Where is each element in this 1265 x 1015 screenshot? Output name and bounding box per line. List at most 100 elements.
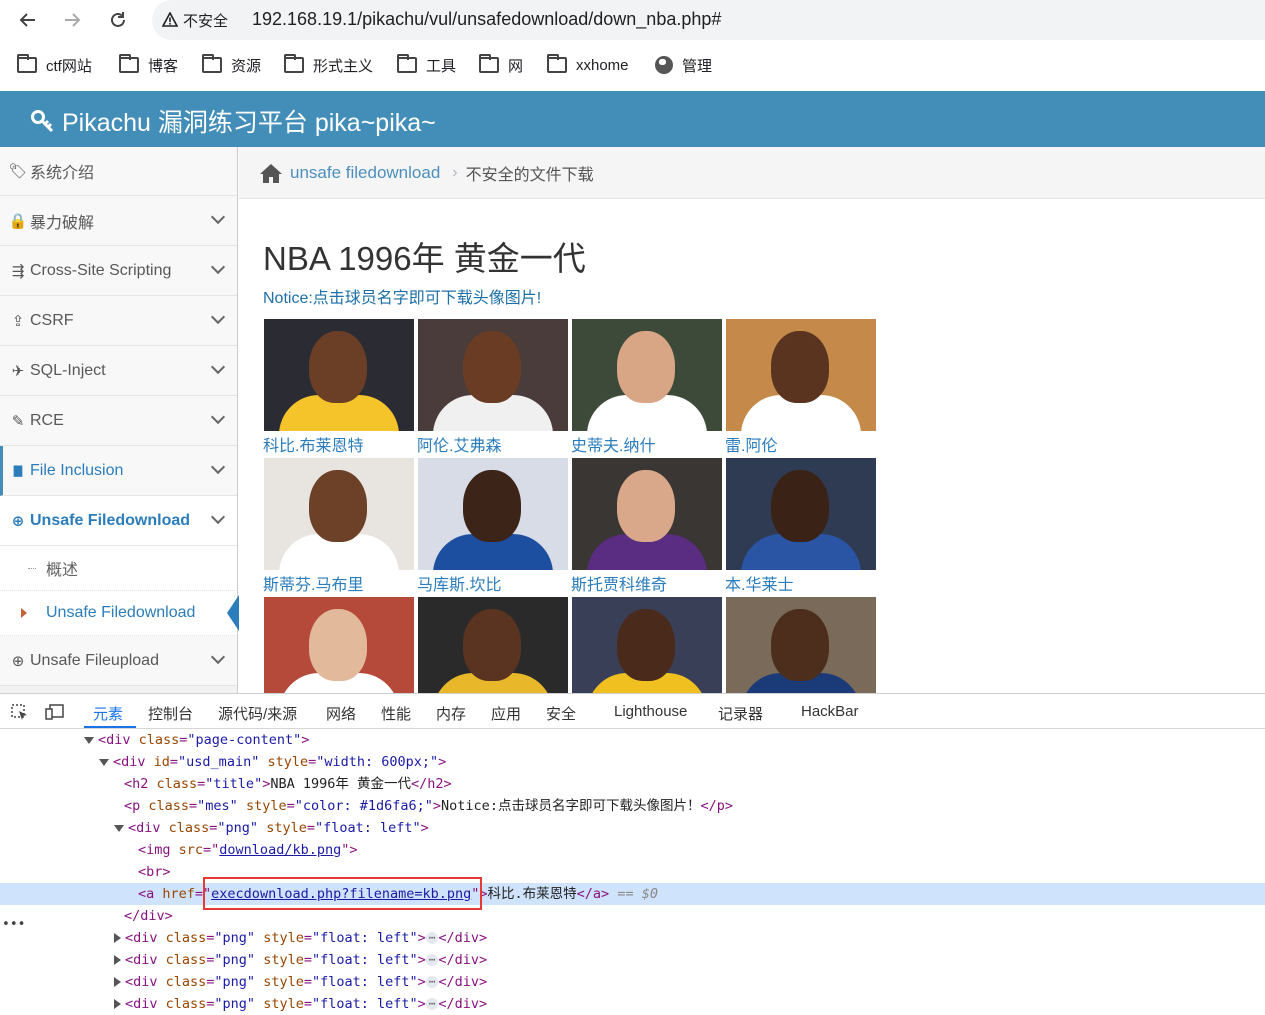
dom-node-h2[interactable]: <h2 class="title">NBA 1996年 黄金一代</h2> [0,773,1265,795]
collapse-triangle-icon[interactable] [114,999,121,1009]
sidebar-item-sqli[interactable]: ✈ SQL-Inject [0,346,237,396]
player-name-link[interactable]: 斯蒂芬.马布里 [263,571,363,595]
lock-icon: 🔒 [8,212,28,230]
player-name-link[interactable]: 雷.阿伦 [725,432,777,456]
download-icon: ⊕ [11,512,25,530]
dom-node-collapsed-png[interactable]: <div class="png" style="float: left"> ⋯ </… [0,927,1265,949]
dom-node-p[interactable]: <p class="mes" style="color: #1d6fa6;">N… [0,795,1265,817]
sidebar-item-label: File Inclusion [30,461,124,479]
dom-node-collapsed-png[interactable]: <div class="png" style="float: left"> ⋯ </… [0,971,1265,993]
sidebar-item-unsafe-download[interactable]: ⊕ Unsafe Filedownload [0,496,237,546]
sidebar-item-unsafe-upload[interactable]: ⊕ Unsafe Fileupload [0,636,237,686]
tab-recorder[interactable]: 记录器 [718,703,763,724]
ellipsis-badge[interactable]: ⋯ [425,932,439,944]
dom-node-anchor-selected[interactable]: <a href="execdownload.php?filename=kb.pn… [0,883,1265,905]
security-chip[interactable]: 不安全 [162,9,228,31]
folder-icon [284,54,304,73]
sidebar-subitem-unsafe-download[interactable]: Unsafe Filedownload [0,591,239,636]
player-photo [418,597,568,693]
sidebar-subitem-label: 概述 [46,562,79,579]
bookmark-blog[interactable]: 博客 [119,54,178,76]
app-brand[interactable]: Pikachu 漏洞练习平台 pika~pika~ [30,103,436,139]
ellipsis-badge[interactable]: ⋯ [425,954,439,966]
more-options-icon[interactable]: ••• [2,917,25,932]
player-grid: 科比.布莱恩特 阿伦.艾弗森 史蒂夫.纳什 雷.阿伦斯蒂芬.马布里 马库斯.坎比 斯托贾科… [262,318,882,693]
tab-sources[interactable]: 源代码/来源 [218,703,297,724]
player-card [724,596,878,693]
breadcrumb: unsafe filedownload › 不安全的文件下载 [239,147,1265,199]
folder-icon [119,54,139,73]
tab-hackbar[interactable]: HackBar [801,703,859,720]
bookmark-tools[interactable]: 工具 [397,54,456,76]
sidebar-item-xss[interactable]: ⇶ Cross-Site Scripting [0,246,237,296]
player-name-link[interactable]: 马库斯.坎比 [417,571,501,595]
expand-triangle-icon[interactable] [99,758,109,766]
plane-icon: ✈ [11,362,25,380]
img-src-link[interactable]: download/kb.png [219,842,341,858]
sidebar-item-intro[interactable]: 🏷 系统介绍 [0,147,237,196]
devtools-panel: 元素 控制台 源代码/来源 网络 性能 内存 应用 安全 Lighthouse … [0,693,1265,1015]
forward-button[interactable] [58,6,86,34]
ellipsis-badge[interactable]: ⋯ [425,976,439,988]
bookmark-admin[interactable]: 管理 [655,54,712,76]
player-name-link[interactable]: 斯托贾科维奇 [571,571,667,595]
expand-triangle-icon[interactable] [84,736,94,744]
ellipsis-badge[interactable]: ⋯ [425,998,439,1010]
player-name-link[interactable]: 阿伦.艾弗森 [417,432,501,456]
sidebar-item-file-inclusion[interactable]: ▇ File Inclusion [0,446,237,496]
photo-head [771,470,829,542]
player-card: 史蒂夫.纳什 [570,318,724,457]
dom-node-collapsed-png[interactable]: <div class="png" style="float: left"> ⋯ </… [0,949,1265,971]
url-text[interactable]: 192.168.19.1/pikachu/vul/unsafedownload/… [252,9,721,30]
sidebar-item-label: Unsafe Fileupload [30,651,159,669]
key-icon [31,110,54,133]
dom-node-div-close[interactable]: </div> [0,905,1265,927]
dom-node-page-content[interactable]: <div class="page-content"> [0,729,1265,751]
tab-console[interactable]: 控制台 [148,703,193,724]
bookmark-xxhome[interactable]: xxhome [547,54,629,76]
collapse-triangle-icon[interactable] [114,977,121,987]
player-name-link[interactable]: 科比.布莱恩特 [263,432,363,456]
file-icon: ▇ [13,465,23,477]
bookmark-net[interactable]: 网 [479,54,523,76]
collapse-triangle-icon[interactable] [114,955,121,965]
sidebar-item-bruteforce[interactable]: 🔒 暴力破解 [0,196,237,246]
dom-node-png-div[interactable]: <div class="png" style="float: left"> [0,817,1265,839]
sidebar-item-rce[interactable]: ✎ RCE [0,396,237,446]
bookmark-formalism[interactable]: 形式主义 [284,54,373,76]
tab-elements[interactable]: 元素 [93,703,123,724]
home-icon[interactable] [259,162,283,184]
bookmark-resources[interactable]: 资源 [202,54,261,76]
reload-button[interactable] [104,6,132,34]
sidebar: 🏷 系统介绍 🔒 暴力破解 ⇶ Cross-Site Scripting ⇪ C… [0,147,239,693]
back-button[interactable] [14,6,42,34]
player-card [262,596,416,693]
photo-head [463,470,521,542]
sidebar-item-csrf[interactable]: ⇪ CSRF [0,296,237,346]
tab-network[interactable]: 网络 [326,703,356,724]
tab-lighthouse[interactable]: Lighthouse [614,703,687,720]
tab-application[interactable]: 应用 [491,703,521,724]
dom-node-usd-main[interactable]: <div id="usd_main" style="width: 600px;"… [0,751,1265,773]
player-name-link[interactable]: 本.华莱士 [725,571,793,595]
expand-triangle-icon[interactable] [114,824,124,832]
inspect-element-icon[interactable] [10,703,30,721]
player-name-link[interactable]: 史蒂夫.纳什 [571,432,655,456]
bookmark-ctf[interactable]: ctf网站 [17,54,92,76]
tab-memory[interactable]: 内存 [436,703,466,724]
dom-node-br[interactable]: <br> [0,861,1265,883]
tab-security[interactable]: 安全 [546,703,576,724]
collapse-triangle-icon[interactable] [114,933,121,943]
sidebar-subitem-overview[interactable]: 概述 [0,546,237,591]
breadcrumb-link[interactable]: unsafe filedownload [290,163,440,183]
sidebar-item-label: 暴力破解 [30,214,95,232]
device-toolbar-icon[interactable] [45,703,65,721]
dom-node-img[interactable]: <img src="download/kb.png"> [0,839,1265,861]
photo-head [309,331,367,403]
highlight-annotation [203,877,482,910]
player-photo [726,597,876,693]
notice-text: Notice:点击球员名字即可下载头像图片! [263,290,542,307]
dom-node-collapsed-png[interactable]: <div class="png" style="float: left"> ⋯ </… [0,993,1265,1015]
tab-performance[interactable]: 性能 [381,703,411,724]
omnibox[interactable]: 不安全 192.168.19.1/pikachu/vul/unsafedownl… [152,0,1265,40]
